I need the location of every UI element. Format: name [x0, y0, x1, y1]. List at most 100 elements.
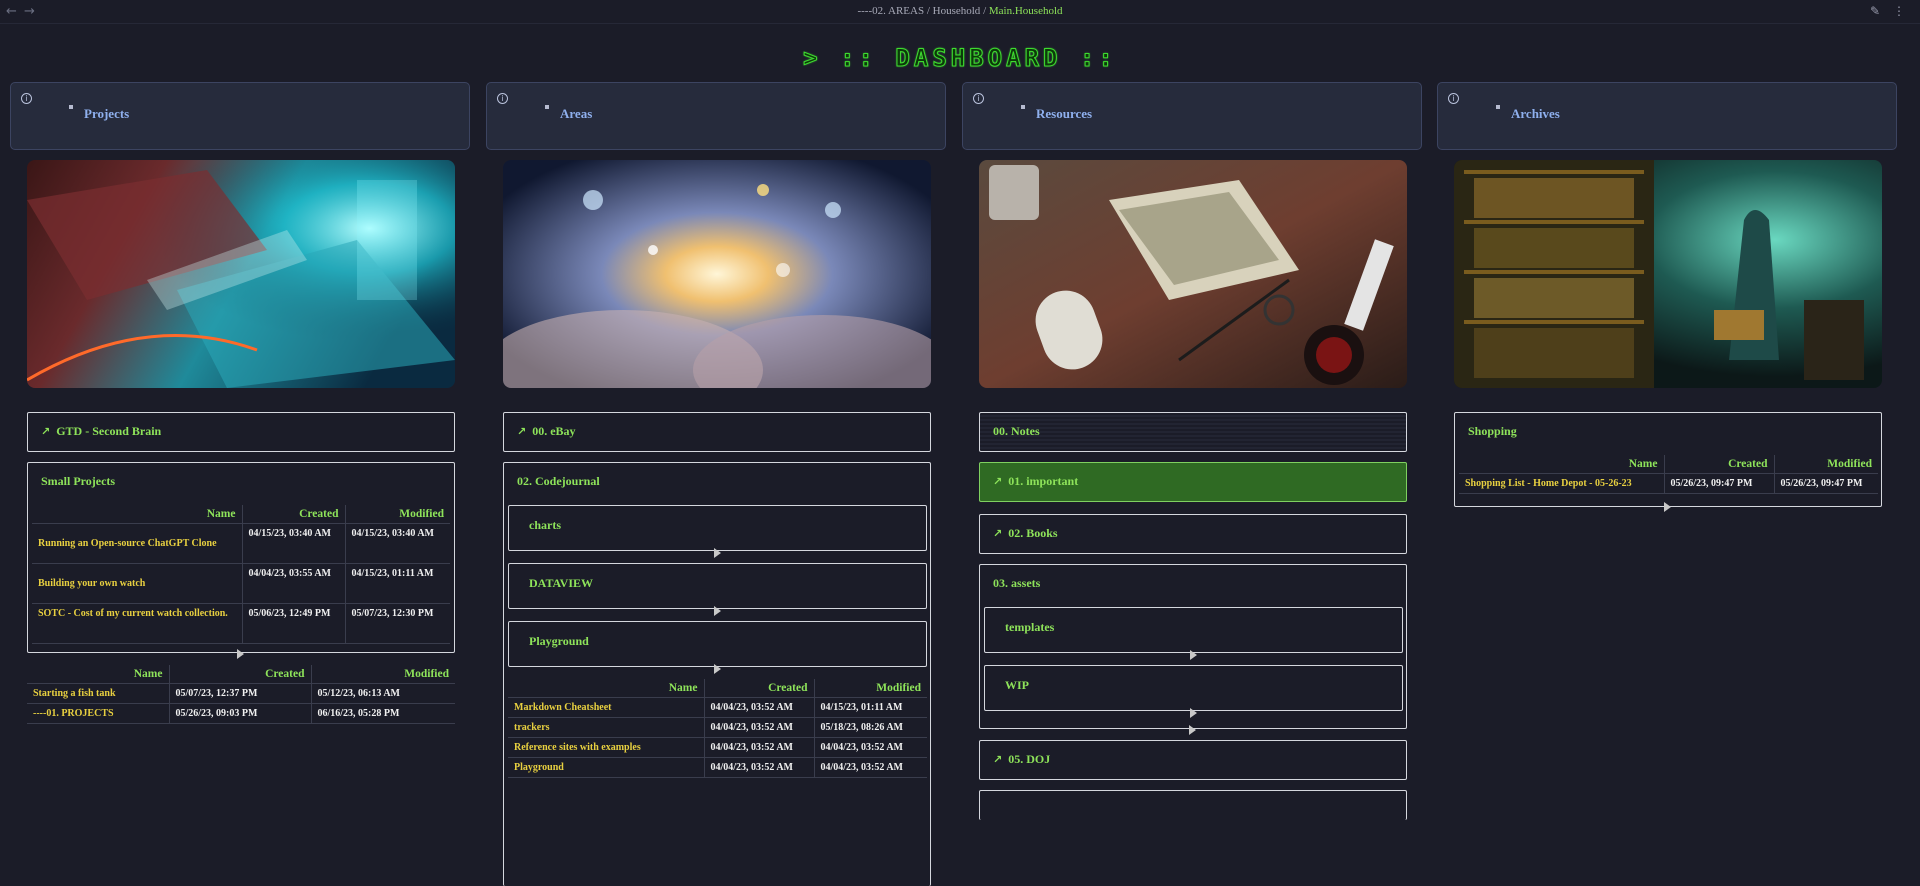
info-icon: i — [21, 93, 32, 104]
column-header[interactable]: Name — [508, 679, 705, 698]
archives-callout[interactable]: i Archives — [1437, 82, 1897, 150]
note-link[interactable]: Reference sites with examples — [508, 737, 705, 758]
note-link[interactable]: ----01. PROJECTS — [27, 703, 170, 724]
codejournal-card: 02. Codejournal charts DATAVIEW Playgrou… — [503, 462, 931, 886]
table-row: Markdown Cheatsheet 04/04/23, 03:52 AM 04/… — [508, 697, 927, 718]
ebay-link-card[interactable]: ↗ 00. eBay — [503, 412, 931, 452]
important-label: 01. important — [1008, 474, 1079, 488]
column-header[interactable]: Created — [242, 505, 346, 524]
expand-toggle-icon[interactable] — [714, 664, 721, 674]
table-row: ----01. PROJECTS 05/26/23, 09:03 PM 06/16/… — [27, 703, 455, 724]
external-link-arrow-icon: ↗ — [993, 527, 1003, 540]
expand-toggle-icon[interactable] — [1190, 650, 1197, 660]
expand-toggle-icon[interactable] — [1189, 725, 1196, 735]
info-icon: i — [497, 93, 508, 104]
small-projects-title[interactable]: Small Projects — [41, 474, 115, 489]
column-header[interactable]: Modified — [1774, 455, 1878, 474]
books-label: 02. Books — [1008, 526, 1058, 540]
small-projects-card: Small Projects Name Created Modified Runni… — [27, 462, 455, 653]
ebay-link[interactable]: ↗ 00. eBay — [517, 424, 576, 439]
projects-callout[interactable]: i Projects — [10, 82, 470, 150]
modified-cell: 05/26/23, 09:47 PM — [1774, 473, 1878, 494]
codejournal-title[interactable]: 02. Codejournal — [517, 474, 600, 489]
expand-toggle-icon[interactable] — [714, 606, 721, 616]
folder-label: WIP — [1005, 678, 1029, 692]
column-header[interactable]: Name — [27, 665, 170, 684]
projects-table: Name Created Modified Starting a fish tank… — [27, 665, 455, 724]
important-link[interactable]: ↗ 01. important — [993, 474, 1078, 489]
archives-link[interactable]: Archives — [1511, 106, 1560, 122]
more-options-icon[interactable]: ⋮ — [1893, 4, 1905, 18]
expand-toggle-icon[interactable] — [1190, 708, 1197, 718]
expand-toggle-icon[interactable] — [1664, 502, 1671, 512]
note-link[interactable]: trackers — [508, 717, 705, 738]
column-header[interactable]: Modified — [345, 505, 450, 524]
created-cell: 04/04/23, 03:52 AM — [704, 697, 815, 718]
created-cell: 04/04/23, 03:55 AM — [242, 563, 346, 604]
column-header[interactable]: Modified — [814, 679, 927, 698]
folder-label: templates — [1005, 620, 1055, 634]
page-title: > :: DASHBOARD :: — [803, 44, 1117, 73]
doj-link-card[interactable]: ↗ 05. DOJ — [979, 740, 1407, 780]
created-cell: 04/04/23, 03:52 AM — [704, 717, 815, 738]
shopping-card: Shopping Name Created Modified Shopping Li… — [1454, 412, 1882, 507]
wip-folder[interactable]: WIP — [984, 665, 1403, 711]
edit-icon[interactable]: ✎ — [1870, 4, 1880, 18]
column-header[interactable]: Created — [169, 665, 312, 684]
notes-card[interactable]: 00. Notes — [979, 412, 1407, 452]
expand-toggle-icon[interactable] — [237, 649, 244, 659]
folder-label: Playground — [529, 634, 589, 648]
resources-callout[interactable]: i Resources — [962, 82, 1422, 150]
gtd-link-card[interactable]: ↗ GTD - Second Brain — [27, 412, 455, 452]
breadcrumb-current[interactable]: Main.Household — [989, 5, 1063, 17]
external-link-arrow-icon: ↗ — [993, 753, 1003, 766]
note-link[interactable]: Building your own watch — [32, 563, 243, 604]
column-header[interactable]: Name — [1459, 455, 1665, 474]
assets-title[interactable]: 03. assets — [993, 576, 1040, 591]
info-icon: i — [1448, 93, 1459, 104]
breadcrumb-separator: / — [980, 5, 989, 17]
breadcrumb-item[interactable]: Household — [933, 5, 981, 17]
column-header[interactable]: Modified — [311, 665, 455, 684]
column-header[interactable]: Created — [1664, 455, 1775, 474]
modified-cell: 05/07/23, 12:30 PM — [345, 603, 450, 644]
books-link-card[interactable]: ↗ 02. Books — [979, 514, 1407, 554]
note-link[interactable]: Playground — [508, 757, 705, 778]
doj-label: 05. DOJ — [1008, 752, 1051, 766]
external-link-arrow-icon: ↗ — [41, 425, 51, 438]
column-header[interactable]: Created — [704, 679, 815, 698]
areas-callout[interactable]: i Areas — [486, 82, 946, 150]
doj-link[interactable]: ↗ 05. DOJ — [993, 752, 1050, 767]
note-link[interactable]: Starting a fish tank — [27, 683, 170, 704]
dataview-folder[interactable]: DATAVIEW — [508, 563, 927, 609]
next-card — [979, 790, 1407, 820]
projects-link[interactable]: Projects — [84, 106, 129, 122]
books-link[interactable]: ↗ 02. Books — [993, 526, 1058, 541]
gtd-label: GTD - Second Brain — [56, 424, 162, 438]
gtd-link[interactable]: ↗ GTD - Second Brain — [41, 424, 161, 439]
important-link-card[interactable]: ↗ 01. important — [979, 462, 1407, 502]
codejournal-table: Name Created Modified Markdown Cheatsheet 0… — [508, 679, 927, 778]
modified-cell: 04/15/23, 03:40 AM — [345, 523, 450, 564]
areas-link[interactable]: Areas — [560, 106, 592, 122]
column-header[interactable]: Name — [32, 505, 243, 524]
shopping-table: Name Created Modified Shopping List - Home… — [1459, 455, 1878, 494]
created-cell: 04/15/23, 03:40 AM — [242, 523, 346, 564]
note-link[interactable]: Shopping List - Home Depot - 05-26-23 — [1459, 473, 1665, 494]
breadcrumb: ----02. AREAS / Household / Main.Househo… — [0, 5, 1920, 17]
expand-toggle-icon[interactable] — [714, 548, 721, 558]
charts-folder[interactable]: charts — [508, 505, 927, 551]
created-cell: 05/26/23, 09:47 PM — [1664, 473, 1775, 494]
external-link-arrow-icon: ↗ — [517, 425, 527, 438]
templates-folder[interactable]: templates — [984, 607, 1403, 653]
bullet — [69, 105, 73, 109]
info-icon: i — [973, 93, 984, 104]
note-link[interactable]: Markdown Cheatsheet — [508, 697, 705, 718]
notes-title[interactable]: 00. Notes — [993, 424, 1040, 439]
note-link[interactable]: Running an Open-source ChatGPT Clone — [32, 523, 243, 564]
note-link[interactable]: SOTC - Cost of my current watch collecti… — [32, 603, 243, 644]
breadcrumb-item[interactable]: ----02. AREAS — [857, 5, 924, 17]
playground-folder[interactable]: Playground — [508, 621, 927, 667]
shopping-title[interactable]: Shopping — [1468, 424, 1517, 439]
resources-link[interactable]: Resources — [1036, 106, 1092, 122]
